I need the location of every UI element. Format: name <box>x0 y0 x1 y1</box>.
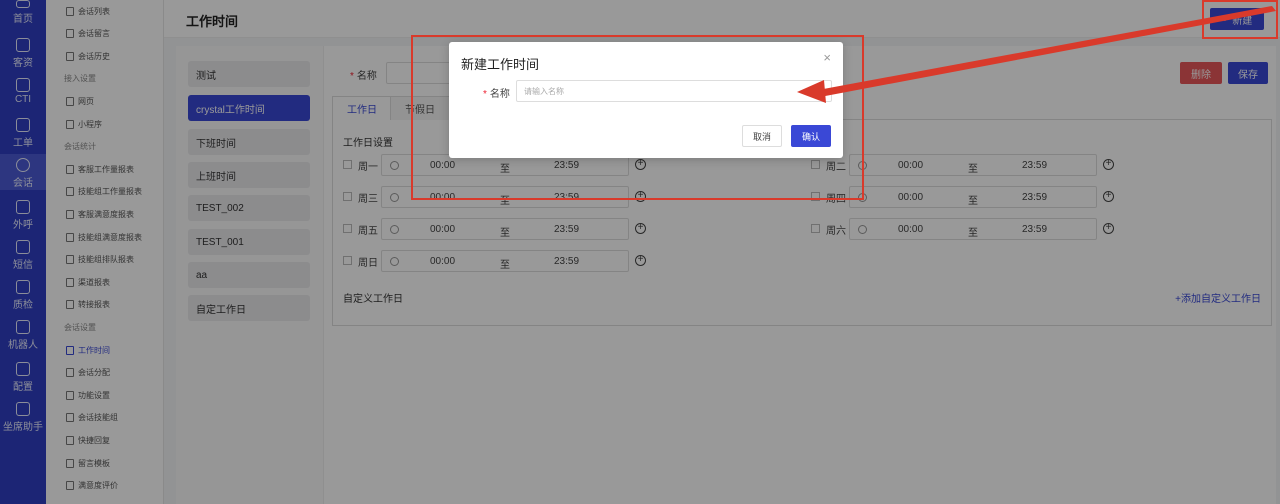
annotation-box-dialog <box>411 35 864 200</box>
annotation-box-new-button <box>1202 0 1278 39</box>
